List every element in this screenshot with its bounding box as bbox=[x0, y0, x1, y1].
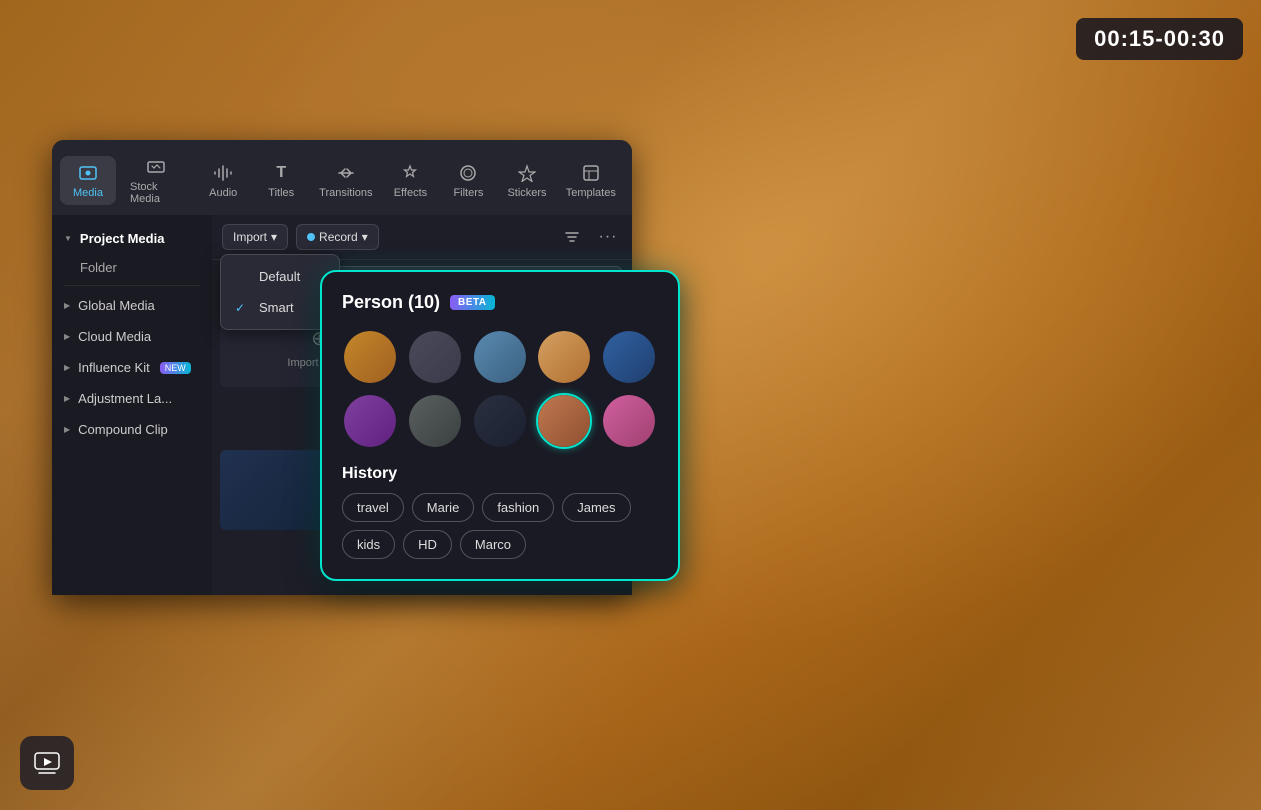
sidebar-divider bbox=[64, 285, 200, 286]
expand-icon: ▼ bbox=[64, 234, 72, 243]
stock-media-icon bbox=[145, 156, 167, 178]
filters-icon bbox=[457, 162, 479, 184]
tri-icon: ▶ bbox=[64, 425, 70, 434]
avatar-image bbox=[538, 331, 590, 383]
tri-icon: ▶ bbox=[64, 301, 70, 310]
tri-icon: ▶ bbox=[64, 363, 70, 372]
toolbar-item-titles[interactable]: T Titles bbox=[253, 156, 309, 205]
playback-icon bbox=[33, 749, 61, 777]
person-avatar-grid bbox=[342, 329, 658, 449]
history-tag-hd[interactable]: HD bbox=[403, 530, 452, 559]
filter-icon-button[interactable] bbox=[558, 223, 586, 251]
avatar-image bbox=[603, 395, 655, 447]
person-avatar-1[interactable] bbox=[342, 329, 398, 385]
effects-icon bbox=[399, 162, 421, 184]
person-avatar-3[interactable] bbox=[472, 329, 528, 385]
person-avatar-2[interactable] bbox=[407, 329, 463, 385]
sidebar-item-adjustment-layer[interactable]: ▶ Adjustment La... bbox=[52, 383, 212, 414]
toolbar: Media Stock Media Audio T bbox=[52, 140, 632, 215]
transitions-icon bbox=[335, 162, 357, 184]
toolbar-item-stock-media[interactable]: Stock Media bbox=[118, 150, 193, 211]
toolbar-item-media[interactable]: Media bbox=[60, 156, 116, 205]
toolbar-item-stickers[interactable]: Stickers bbox=[498, 156, 555, 205]
history-tag-fashion[interactable]: fashion bbox=[482, 493, 554, 522]
history-tag-marco[interactable]: Marco bbox=[460, 530, 526, 559]
import-button[interactable]: Import ▾ bbox=[222, 224, 288, 250]
history-tag-james[interactable]: James bbox=[562, 493, 630, 522]
cursor-pointer bbox=[578, 435, 592, 449]
sidebar-item-folder[interactable]: Folder bbox=[52, 254, 212, 281]
tri-icon: ▶ bbox=[64, 394, 70, 403]
avatar-image bbox=[474, 331, 526, 383]
sidebar-item-project-media[interactable]: ▼ Project Media bbox=[52, 223, 212, 254]
check-icon: ✓ bbox=[235, 301, 251, 315]
audio-icon bbox=[212, 162, 234, 184]
sidebar: ▼ Project Media Folder ▶ Global Media ▶ … bbox=[52, 215, 212, 595]
sidebar-item-compound-clip[interactable]: ▶ Compound Clip bbox=[52, 414, 212, 445]
tri-icon: ▶ bbox=[64, 332, 70, 341]
history-tag-kids[interactable]: kids bbox=[342, 530, 395, 559]
sidebar-item-influence-kit[interactable]: ▶ Influence Kit NEW bbox=[52, 352, 212, 383]
person-avatar-6[interactable] bbox=[342, 393, 398, 449]
history-tag-travel[interactable]: travel bbox=[342, 493, 404, 522]
history-section: History travel Marie fashion James kids … bbox=[342, 465, 658, 559]
person-avatar-8[interactable] bbox=[472, 393, 528, 449]
avatar-image bbox=[409, 395, 461, 447]
chevron-down-icon: ▾ bbox=[362, 230, 368, 244]
toolbar-item-effects[interactable]: Effects bbox=[382, 156, 438, 205]
history-tag-marie[interactable]: Marie bbox=[412, 493, 475, 522]
avatar-image bbox=[344, 331, 396, 383]
more-options-button[interactable]: ··· bbox=[594, 223, 622, 251]
bottom-left-playback-button[interactable] bbox=[20, 736, 74, 790]
toolbar-item-transitions[interactable]: Transitions bbox=[311, 156, 380, 205]
sidebar-item-cloud-media[interactable]: ▶ Cloud Media bbox=[52, 321, 212, 352]
avatar-image bbox=[603, 331, 655, 383]
sidebar-item-global-media[interactable]: ▶ Global Media bbox=[52, 290, 212, 321]
person-avatar-10[interactable] bbox=[601, 393, 657, 449]
avatar-image bbox=[344, 395, 396, 447]
toolbar-item-templates[interactable]: Templates bbox=[558, 156, 624, 205]
templates-icon bbox=[580, 162, 602, 184]
person-popup-header: Person (10) BETA bbox=[342, 292, 658, 313]
person-avatar-5[interactable] bbox=[601, 329, 657, 385]
toolbar-item-audio[interactable]: Audio bbox=[195, 156, 251, 205]
titles-icon: T bbox=[270, 162, 292, 184]
person-popup: Person (10) BETA bbox=[320, 270, 680, 581]
record-button[interactable]: Record ▾ bbox=[296, 224, 379, 250]
person-avatar-9[interactable] bbox=[536, 393, 592, 449]
record-dot bbox=[307, 233, 315, 241]
timestamp-badge: 00:15-00:30 bbox=[1076, 18, 1243, 60]
person-avatar-4[interactable] bbox=[536, 329, 592, 385]
media-icon bbox=[77, 162, 99, 184]
avatar-image bbox=[474, 395, 526, 447]
avatar-image bbox=[409, 331, 461, 383]
toolbar-item-filters[interactable]: Filters bbox=[440, 156, 496, 205]
history-tags-container: travel Marie fashion James kids HD Marco bbox=[342, 493, 658, 559]
chevron-down-icon: ▾ bbox=[271, 230, 277, 244]
stickers-icon bbox=[516, 162, 538, 184]
person-avatar-7[interactable] bbox=[407, 393, 463, 449]
